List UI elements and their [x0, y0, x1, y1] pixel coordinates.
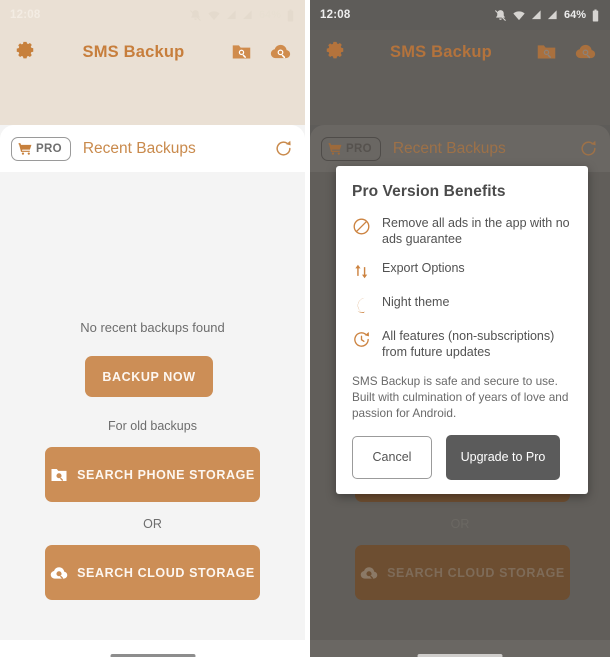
- gear-icon[interactable]: [14, 41, 36, 63]
- pro-version-benefits-dialog: Pro Version Benefits Remove all ads in t…: [336, 166, 588, 494]
- battery-icon: [287, 9, 294, 21]
- shopping-cart-icon: [328, 142, 342, 155]
- status-bar: 12:08 64%: [310, 0, 610, 30]
- search-phone-storage-label: SEARCH PHONE STORAGE: [77, 467, 255, 482]
- app-title: SMS Backup: [82, 43, 185, 61]
- benefit-item: All features (non-subscriptions) from fu…: [352, 328, 572, 360]
- search-phone-storage-button[interactable]: SEARCH PHONE STORAGE: [45, 447, 260, 502]
- benefit-label: Export Options: [382, 261, 465, 275]
- recent-backups-card: PRO Recent Backups No recent backups fou…: [0, 125, 305, 657]
- card-title: Recent Backups: [82, 139, 196, 157]
- refresh-icon[interactable]: [274, 139, 293, 158]
- refresh-icon[interactable]: [579, 139, 598, 158]
- search-cloud-storage-label: SEARCH CLOUD STORAGE: [77, 565, 255, 580]
- upgrade-to-pro-button[interactable]: Upgrade to Pro: [446, 435, 560, 480]
- home-indicator-area: [0, 640, 305, 657]
- home-indicator-area: [310, 640, 610, 657]
- search-cloud-storage-button[interactable]: SEARCH CLOUD STORAGE: [355, 545, 570, 600]
- upgrade-label: Upgrade to Pro: [460, 450, 546, 464]
- search-cloud-storage-label: SEARCH CLOUD STORAGE: [387, 565, 565, 580]
- cloud-search-icon: [360, 566, 378, 579]
- wifi-icon: [513, 10, 525, 20]
- shopping-cart-icon: [18, 142, 32, 155]
- no-ads-icon: [353, 218, 370, 235]
- app-bar: SMS Backup: [310, 30, 610, 125]
- cancel-button[interactable]: Cancel: [352, 436, 432, 479]
- pro-badge-label: PRO: [36, 142, 62, 155]
- empty-state-message: No recent backups found: [80, 320, 225, 335]
- app-bar-actions: [536, 41, 596, 62]
- wifi-icon: [208, 10, 220, 20]
- status-bar-icons: 64%: [494, 9, 600, 22]
- phone-screen-dialog: 12:08 64% SMS Backup PRO Recent Backups …: [310, 0, 610, 657]
- status-bar-clock: 12:08: [320, 9, 351, 21]
- dialog-actions: Cancel Upgrade to Pro: [352, 435, 572, 480]
- benefit-item: Export Options: [352, 260, 572, 281]
- export-arrows-icon: [355, 264, 368, 279]
- card-title: Recent Backups: [392, 139, 506, 157]
- search-cloud-storage-button[interactable]: SEARCH CLOUD STORAGE: [45, 545, 260, 600]
- app-bar: SMS Backup: [0, 30, 305, 125]
- or-separator-label: OR: [143, 517, 162, 531]
- cancel-label: Cancel: [372, 450, 412, 464]
- status-bar-clock: 12:08: [10, 9, 41, 21]
- clock-refresh-icon: [354, 332, 369, 347]
- screenshot-stage: 12:08 64% SMS Backup PRO Recent Backups …: [0, 0, 610, 657]
- benefit-label: Remove all ads in the app with no ads gu…: [382, 216, 570, 246]
- status-bar-icons: 64%: [189, 9, 295, 22]
- dialog-title: Pro Version Benefits: [352, 183, 506, 200]
- moon-icon: [357, 297, 366, 313]
- pro-badge-label: PRO: [346, 142, 372, 155]
- app-title: SMS Backup: [390, 43, 492, 61]
- signal-bar-icon: [226, 10, 236, 20]
- signal-bar-icon: [547, 10, 557, 20]
- app-bar-actions: [231, 41, 291, 62]
- status-bar: 12:08 64%: [0, 0, 305, 30]
- battery-icon: [592, 9, 599, 21]
- gear-icon[interactable]: [324, 41, 346, 63]
- bell-off-icon: [494, 9, 506, 21]
- benefit-item: Remove all ads in the app with no ads gu…: [352, 215, 572, 247]
- bell-off-icon: [189, 9, 201, 21]
- card-body: No recent backups found BACKUP NOW For o…: [0, 172, 305, 657]
- pro-badge-button[interactable]: PRO: [11, 136, 71, 161]
- phone-screen-default: 12:08 64% SMS Backup PRO Recent Backups …: [0, 0, 305, 657]
- or-separator-label: OR: [450, 517, 470, 531]
- signal-bar-icon: [531, 10, 541, 20]
- cloud-search-icon[interactable]: [270, 41, 291, 62]
- signal-bar-icon: [242, 10, 252, 20]
- benefit-label: All features (non-subscriptions) from fu…: [382, 329, 555, 359]
- folder-search-icon: [51, 468, 67, 481]
- cloud-search-icon: [50, 566, 68, 579]
- benefit-item: Night theme: [352, 294, 572, 315]
- folder-search-icon[interactable]: [231, 41, 252, 62]
- battery-percent-label: 64%: [258, 9, 281, 21]
- card-header: PRO Recent Backups: [310, 125, 610, 172]
- benefit-label: Night theme: [382, 295, 450, 309]
- folder-search-icon[interactable]: [536, 41, 557, 62]
- backup-now-label: BACKUP NOW: [102, 369, 196, 384]
- pro-badge-button[interactable]: PRO: [321, 136, 381, 161]
- cloud-search-icon[interactable]: [575, 41, 596, 62]
- backup-now-button[interactable]: BACKUP NOW: [85, 356, 213, 397]
- dialog-note: SMS Backup is safe and secure to use. Bu…: [352, 374, 569, 420]
- old-backups-label: For old backups: [108, 419, 197, 433]
- card-header: PRO Recent Backups: [0, 125, 305, 172]
- battery-percent-label: 64%: [563, 9, 586, 21]
